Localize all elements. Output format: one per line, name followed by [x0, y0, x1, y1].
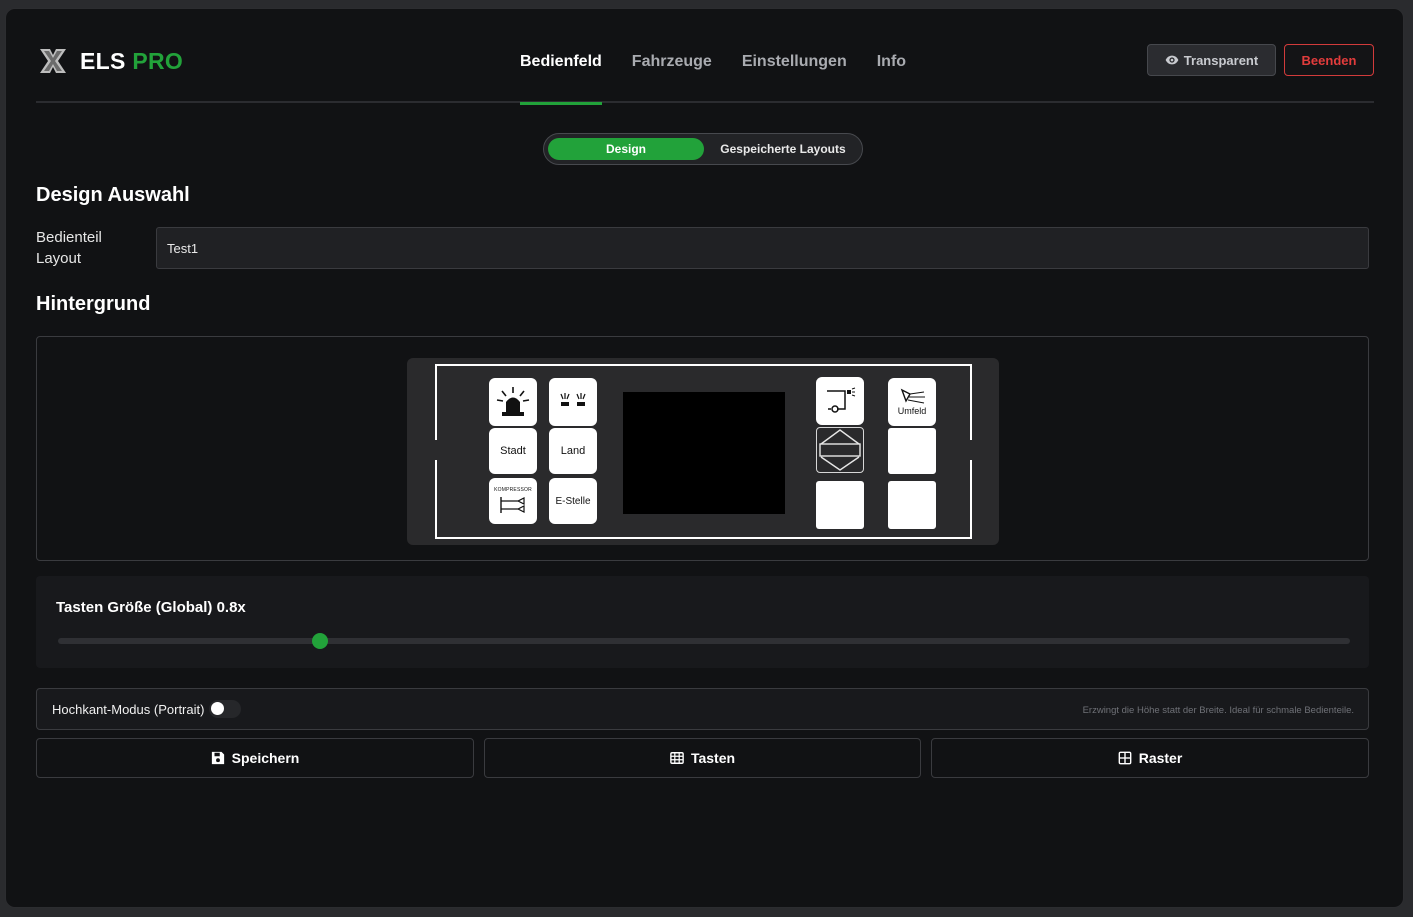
- siren-icon: [496, 387, 530, 416]
- background-preview-frame: Stadt KOMPRESSOR Land E-Stelle Umfeld: [36, 336, 1369, 561]
- panel-key-e-stelle-label: E-Stelle: [555, 495, 591, 507]
- panel-key-stadt-label: Stadt: [500, 445, 526, 457]
- transparent-button[interactable]: Transparent: [1147, 44, 1276, 76]
- horn-icon: [500, 497, 525, 513]
- key-size-label: Tasten Größe (Global) 0.8x: [56, 599, 246, 616]
- panel-border-gap-left: [433, 440, 439, 460]
- panel-key-umfeld-label: Umfeld: [897, 406, 927, 416]
- panel-key-siren[interactable]: [489, 378, 537, 426]
- panel-key-land-label: Land: [560, 445, 586, 457]
- nav-tab-einstellungen[interactable]: Einstellungen: [742, 9, 847, 103]
- work-light-icon: [827, 387, 856, 413]
- panel-key-kompressor-label: KOMPRESSOR: [494, 487, 532, 493]
- main-nav: Bedienfeld Fahrzeuge Einstellungen Info: [520, 9, 936, 105]
- grid-button[interactable]: Raster: [931, 738, 1369, 778]
- portrait-mode-hint: Erzwingt die Höhe statt der Breite. Idea…: [1082, 705, 1354, 716]
- transparent-button-label: Transparent: [1183, 52, 1259, 68]
- table-icon: [670, 752, 684, 764]
- logo-text: ELS PRO: [80, 47, 184, 74]
- nav-tab-fahrzeuge[interactable]: Fahrzeuge: [632, 9, 712, 103]
- grid-button-label: Raster: [1138, 750, 1183, 766]
- portrait-mode-switch[interactable]: [209, 700, 241, 718]
- layout-field-label: Bedienteil Layout: [36, 229, 102, 267]
- floppy-disk-icon: [211, 751, 224, 765]
- portrait-mode-row: Hochkant-Modus (Portrait) Erzwingt die H…: [36, 688, 1369, 730]
- panel-key-blue-lights[interactable]: [549, 378, 597, 426]
- panel-border-gap-right: [968, 440, 974, 460]
- end-button[interactable]: Beenden: [1284, 44, 1374, 76]
- app-logo: ELS PRO: [38, 47, 183, 75]
- grid-icon: [1118, 751, 1132, 765]
- panel-key-blank-1[interactable]: [816, 481, 864, 529]
- keys-button[interactable]: Tasten: [484, 738, 921, 778]
- key-size-slider-box: Tasten Größe (Global) 0.8x: [36, 576, 1369, 668]
- layout-input[interactable]: Test1: [156, 227, 1369, 269]
- header: ELS PRO Bedienfeld Fahrzeuge Einstellung…: [36, 9, 1374, 105]
- app-window: ELS PRO Bedienfeld Fahrzeuge Einstellung…: [5, 8, 1404, 908]
- mode-toggle: Design Gespeicherte Layouts: [543, 133, 863, 165]
- panel-key-blank-3[interactable]: [888, 481, 936, 529]
- floodlight-icon: [900, 388, 925, 404]
- panel-key-blank-2[interactable]: [888, 428, 936, 474]
- control-panel-border: Stadt KOMPRESSOR Land E-Stelle Umfeld: [435, 364, 972, 539]
- panel-display-screen: [623, 392, 785, 514]
- keys-button-label: Tasten: [690, 750, 736, 766]
- control-panel-preview: Stadt KOMPRESSOR Land E-Stelle Umfeld: [407, 358, 999, 545]
- key-size-slider[interactable]: [58, 633, 1350, 649]
- save-button-label: Speichern: [231, 750, 300, 766]
- panel-key-land[interactable]: Land: [549, 428, 597, 474]
- saved-layouts-toggle-button[interactable]: Gespeicherte Layouts: [708, 138, 858, 160]
- panel-key-work-light[interactable]: [816, 377, 864, 425]
- x-logo-icon: [40, 49, 66, 73]
- portrait-mode-label: Hochkant-Modus (Portrait): [52, 702, 205, 717]
- panel-key-kompressor[interactable]: KOMPRESSOR: [489, 478, 537, 524]
- panel-key-e-stelle[interactable]: E-Stelle: [549, 478, 597, 524]
- background-section-title: Hintergrund: [36, 293, 151, 315]
- panel-key-stadt[interactable]: Stadt: [489, 428, 537, 474]
- nav-tab-bedienfeld[interactable]: Bedienfeld: [520, 9, 602, 105]
- dual-lights-icon: [560, 393, 586, 406]
- panel-key-up-down[interactable]: [816, 427, 864, 473]
- design-section-title: Design Auswahl: [36, 184, 190, 206]
- key-size-slider-thumb[interactable]: [312, 633, 329, 649]
- nav-tab-info[interactable]: Info: [877, 9, 906, 103]
- eye-icon: [1165, 55, 1179, 65]
- save-button[interactable]: Speichern: [36, 738, 474, 778]
- design-toggle-button[interactable]: Design: [548, 138, 704, 160]
- up-down-arrows-icon: [819, 429, 861, 471]
- panel-key-umfeld[interactable]: Umfeld: [888, 378, 936, 426]
